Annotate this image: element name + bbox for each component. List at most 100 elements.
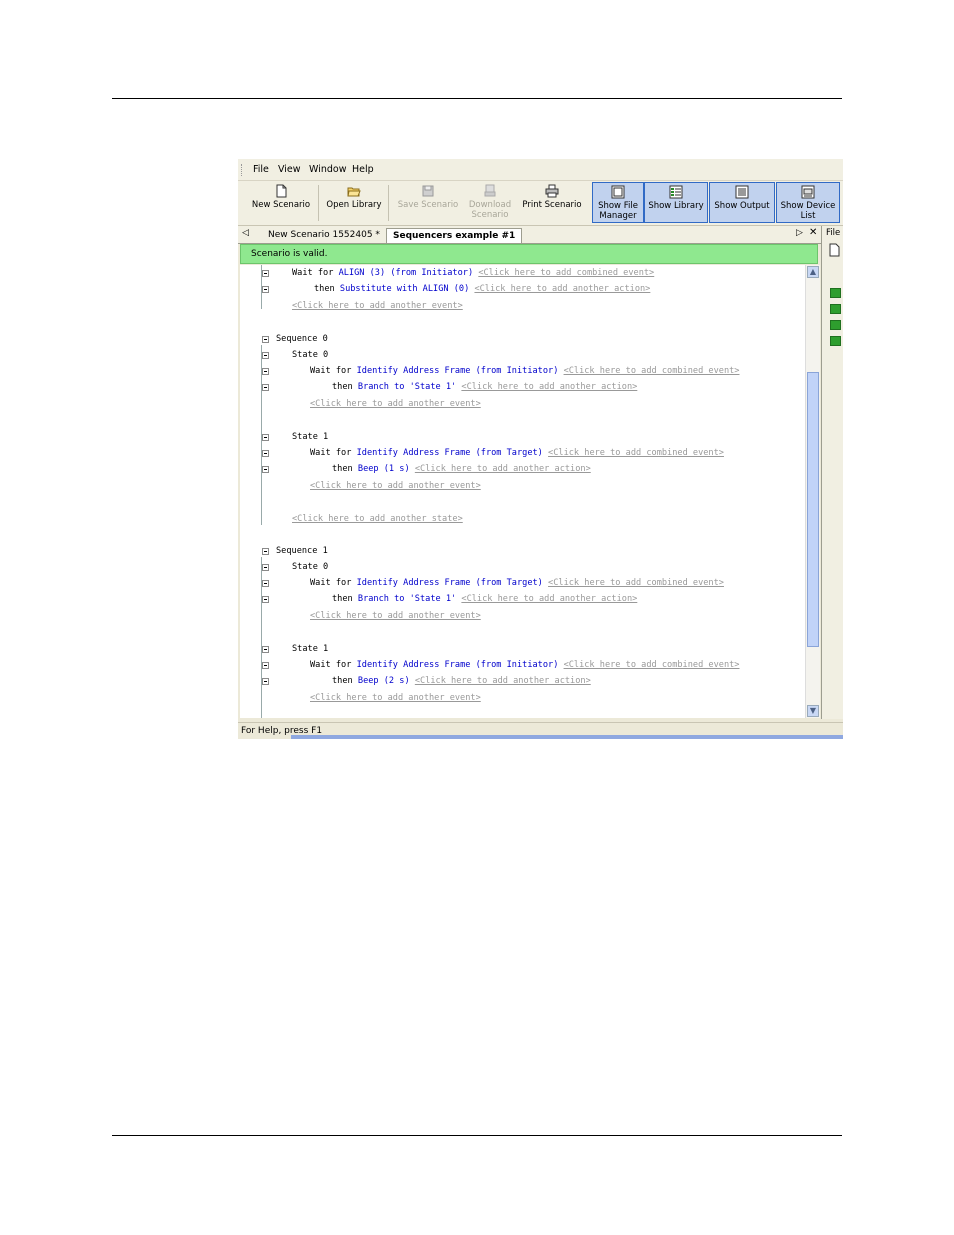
file-manager-icon — [611, 185, 625, 199]
tab-sequencers-example[interactable]: Sequencers example #1 — [386, 228, 523, 243]
validation-status: Scenario is valid. — [240, 244, 818, 264]
collapse-toggle-icon[interactable] — [262, 646, 269, 653]
code-line: then Branch to 'State 1' <Click here to … — [332, 382, 638, 392]
add-another-event-link[interactable]: <Click here to add another event> — [310, 399, 481, 409]
code-line: <Click here to add another event> — [292, 301, 463, 311]
collapse-toggle-icon[interactable] — [262, 596, 269, 603]
print-scenario-label: Print Scenario — [522, 200, 582, 210]
status-bar: For Help, press F1 — [238, 722, 843, 739]
code-line: then Beep (1 s) <Click here to add anoth… — [332, 464, 591, 474]
library-grid-icon — [669, 185, 683, 199]
collapse-toggle-icon[interactable] — [262, 466, 269, 473]
code-line: Wait for Identify Address Frame (from Ta… — [310, 578, 724, 588]
code-line: then Beep (2 s) <Click here to add anoth… — [332, 676, 591, 686]
scenario-editor[interactable]: Wait for ALIGN (3) (from Initiator) <Cli… — [240, 265, 805, 718]
menu-help[interactable]: Help — [352, 164, 374, 175]
show-file-manager-button[interactable]: Show File Manager — [592, 182, 644, 223]
code-line: <Click here to add another event> — [310, 611, 481, 621]
open-folder-icon — [347, 187, 361, 197]
code-line: <Click here to add another event> — [310, 693, 481, 703]
show-file-manager-label: Show File Manager — [598, 201, 638, 221]
menu-bar: File View Window Help — [238, 159, 843, 181]
scroll-down-icon[interactable]: ▼ — [807, 705, 819, 717]
toolbar-separator — [318, 185, 319, 221]
add-another-action-link[interactable]: <Click here to add another action> — [461, 594, 637, 604]
collapse-toggle-icon[interactable] — [262, 548, 269, 555]
code-line: <Click here to add another state> — [292, 514, 463, 524]
menu-grip — [241, 164, 244, 176]
file-panel-title: File — [826, 228, 841, 238]
menu-file[interactable]: File — [253, 164, 269, 175]
add-another-action-link[interactable]: <Click here to add another action> — [415, 464, 591, 474]
state-heading: State 1 — [292, 432, 329, 442]
add-another-state-link[interactable]: <Click here to add another state> — [292, 514, 463, 524]
toolbar-separator — [388, 185, 389, 221]
collapse-toggle-icon[interactable] — [262, 450, 269, 457]
collapse-toggle-icon[interactable] — [262, 336, 269, 343]
show-device-list-label: Show Device List — [780, 201, 836, 221]
show-output-label: Show Output — [714, 201, 770, 211]
add-combined-event-link[interactable]: <Click here to add combined event> — [548, 578, 724, 588]
save-scenario-label: Save Scenario — [397, 200, 459, 210]
new-file-icon[interactable] — [828, 243, 840, 257]
editor-vertical-scrollbar[interactable]: ▲ ▼ — [805, 265, 820, 718]
menu-window[interactable]: Window — [309, 164, 346, 175]
top-rule — [112, 98, 842, 99]
add-another-event-link[interactable]: <Click here to add another event> — [310, 611, 481, 621]
show-output-button[interactable]: Show Output — [709, 182, 775, 223]
add-another-action-link[interactable]: <Click here to add another action> — [474, 284, 650, 294]
add-another-event-link[interactable]: <Click here to add another event> — [292, 301, 463, 311]
collapse-toggle-icon[interactable] — [262, 286, 269, 293]
save-scenario-button[interactable]: Save Scenario — [394, 182, 462, 223]
collapse-toggle-icon[interactable] — [262, 384, 269, 391]
collapse-toggle-icon[interactable] — [262, 678, 269, 685]
collapse-toggle-icon[interactable] — [262, 564, 269, 571]
add-another-event-link[interactable]: <Click here to add another event> — [310, 693, 481, 703]
add-combined-event-link[interactable]: <Click here to add combined event> — [564, 366, 740, 376]
sequence-heading: Sequence 0 — [276, 334, 328, 344]
download-scenario-button[interactable]: Download Scenario — [464, 182, 516, 223]
code-line: then Substitute with ALIGN (0) <Click he… — [314, 284, 651, 294]
code-line: <Click here to add another event> — [310, 481, 481, 491]
file-status-icon[interactable] — [830, 304, 841, 314]
scroll-up-icon[interactable]: ▲ — [807, 266, 819, 278]
add-combined-event-link[interactable]: <Click here to add combined event> — [548, 448, 724, 458]
device-list-icon — [801, 185, 815, 199]
new-scenario-button[interactable]: New Scenario — [248, 182, 314, 223]
code-line: then Branch to 'State 1' <Click here to … — [332, 594, 638, 604]
file-manager-panel: File — [821, 226, 843, 719]
print-scenario-button[interactable]: Print Scenario — [518, 182, 586, 223]
collapse-toggle-icon[interactable] — [262, 580, 269, 587]
tab-scroll-left-icon[interactable]: ◁ — [242, 228, 249, 238]
show-library-button[interactable]: Show Library — [644, 182, 708, 223]
collapse-toggle-icon[interactable] — [262, 434, 269, 441]
code-line: Wait for ALIGN (3) (from Initiator) <Cli… — [292, 268, 655, 278]
tab-new-scenario[interactable]: New Scenario 1552405 * — [262, 228, 386, 242]
show-library-label: Show Library — [648, 201, 704, 211]
file-status-icon[interactable] — [830, 336, 841, 346]
save-disk-icon — [422, 185, 434, 197]
collapse-toggle-icon[interactable] — [262, 662, 269, 669]
add-combined-event-link[interactable]: <Click here to add combined event> — [478, 268, 654, 278]
add-another-action-link[interactable]: <Click here to add another action> — [461, 382, 637, 392]
scrollbar-thumb[interactable] — [807, 372, 819, 647]
menu-view[interactable]: View — [278, 164, 301, 175]
collapse-toggle-icon[interactable] — [262, 368, 269, 375]
code-line: Wait for Identify Address Frame (from In… — [310, 660, 740, 670]
file-status-icon[interactable] — [830, 320, 841, 330]
download-scenario-label: Download Scenario — [468, 200, 512, 220]
file-status-icon[interactable] — [830, 288, 841, 298]
bottom-rule — [112, 1135, 842, 1136]
close-tab-icon[interactable]: ✕ — [809, 227, 817, 238]
add-combined-event-link[interactable]: <Click here to add combined event> — [564, 660, 740, 670]
collapse-toggle-icon[interactable] — [262, 270, 269, 277]
open-library-button[interactable]: Open Library — [324, 182, 384, 223]
sequence-heading: Sequence 1 — [276, 546, 328, 556]
collapse-toggle-icon[interactable] — [262, 352, 269, 359]
tab-scroll-right-icon[interactable]: ▷ — [796, 228, 803, 238]
show-device-list-button[interactable]: Show Device List — [776, 182, 840, 223]
add-another-action-link[interactable]: <Click here to add another action> — [415, 676, 591, 686]
application-screenshot: File View Window Help New Scenario Open … — [238, 159, 843, 739]
toolbar: New Scenario Open Library Save Scenario … — [238, 181, 843, 226]
add-another-event-link[interactable]: <Click here to add another event> — [310, 481, 481, 491]
